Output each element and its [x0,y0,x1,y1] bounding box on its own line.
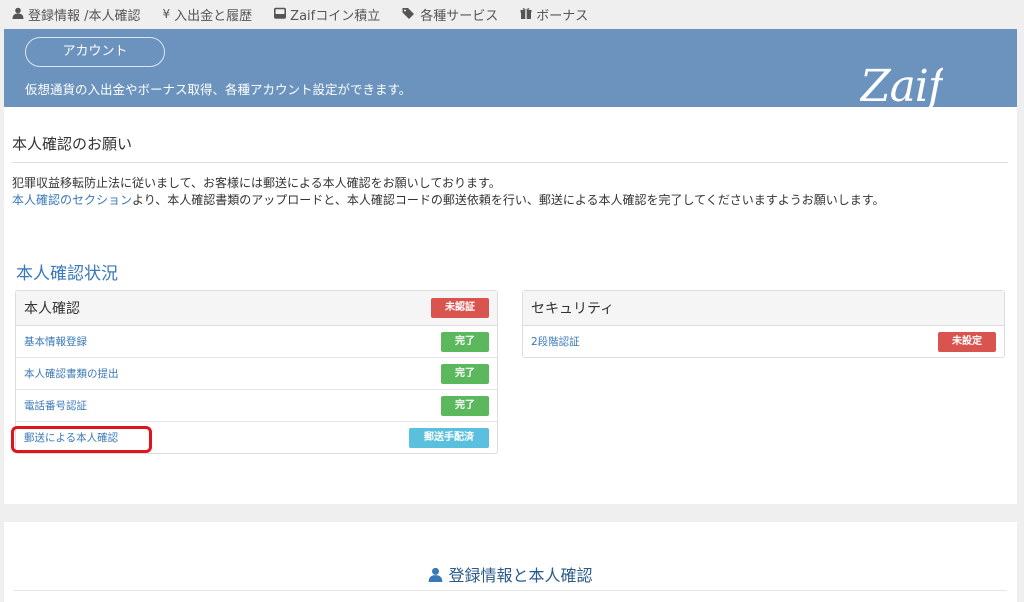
notice-line-1: 犯罪収益移転防止法に従いまして、お客様には郵送による本人確認をお願いしております… [12,176,501,190]
divider [14,590,1007,591]
main-content: 本人確認のお願い 犯罪収益移転防止法に従いまして、お客様には郵送による本人確認を… [4,107,1017,504]
notice-line-2-text: より、本人確認書類のアップロードと、本人確認コードの郵送依頼を行い、郵送による本… [132,193,885,207]
nav-item-coin-savings[interactable]: Zaifコイン積立 [274,5,380,24]
nav-item-label: ボーナス [536,8,589,24]
zaif-logo: Zaif [860,65,944,107]
nav-item-label: 各種サービス [420,8,499,24]
nav-item-label: Zaifコイン積立 [290,8,381,24]
section-title: 登録情報と本人確認 [4,562,1017,586]
banner-description: 仮想通貨の入出金やボーナス取得、各種アカウント設定ができます。 [25,82,412,97]
status-badge: 完了 [441,363,489,384]
two-factor-link[interactable]: 2段階認証 [531,334,580,349]
gift-icon [520,7,532,22]
status-row-basic-info: 基本情報登録 完了 [16,326,497,358]
nav-item-label: 入出金と履歴 [174,8,253,24]
notice-line-2: 本人確認のセクションより、本人確認書類のアップロードと、本人確認コードの郵送依頼… [12,191,885,208]
status-row-postal: 郵送による本人確認 郵送手配済 [16,422,497,453]
nav-item-services[interactable]: 各種サービス [402,5,498,24]
phone-verification-link[interactable]: 電話番号認証 [24,398,87,413]
inbox-icon [274,7,287,22]
nav-item-label: 登録情報 /本人確認 [28,8,141,24]
status-row-two-factor: 2段階認証 未設定 [523,326,1004,357]
section-title-text: 登録情報と本人確認 [448,566,593,585]
yen-icon: ¥ [162,7,171,21]
person-icon [428,566,448,585]
unverified-badge: 未認証 [431,298,489,318]
status-title: 本人確認状況 [16,264,118,284]
status-row-phone: 電話番号認証 完了 [16,390,497,422]
nav-item-registration[interactable]: 登録情報 /本人確認 [12,5,141,24]
status-row-documents: 本人確認書類の提出 完了 [16,358,497,390]
status-badge: 郵送手配済 [409,427,489,448]
notice-title: 本人確認のお願い [12,133,1008,163]
lower-section: 登録情報と本人確認 [4,522,1017,602]
identity-panel: 本人確認 未認証 基本情報登録 完了 本人確認書類の提出 完了 電話番号認証 完… [15,290,498,454]
nav-item-deposit-history[interactable]: ¥ 入出金と履歴 [163,5,253,24]
identity-panel-header: 本人確認 未認証 [16,291,497,326]
identity-panel-title: 本人確認 [24,301,80,317]
documents-link[interactable]: 本人確認書類の提出 [24,366,119,381]
status-badge: 完了 [441,395,489,416]
identity-section-link[interactable]: 本人確認のセクション [12,193,132,207]
status-badge: 未設定 [938,331,996,352]
postal-verification-link[interactable]: 郵送による本人確認 [24,430,118,445]
tags-icon [402,7,416,22]
basic-info-link[interactable]: 基本情報登録 [24,334,87,349]
status-badge: 完了 [441,331,489,352]
top-nav: 登録情報 /本人確認 ¥ 入出金と履歴 Zaifコイン積立 各種サービス ボーナ… [0,0,1024,28]
nav-item-bonus[interactable]: ボーナス [520,5,588,24]
account-banner: アカウント 仮想通貨の入出金やボーナス取得、各種アカウント設定ができます。 Za… [4,29,1017,107]
security-panel-header: セキュリティ [523,291,1004,326]
account-button[interactable]: アカウント [25,37,165,67]
security-panel-title: セキュリティ [531,301,615,317]
security-panel: セキュリティ 2段階認証 未設定 [522,290,1005,358]
person-icon [12,7,24,22]
